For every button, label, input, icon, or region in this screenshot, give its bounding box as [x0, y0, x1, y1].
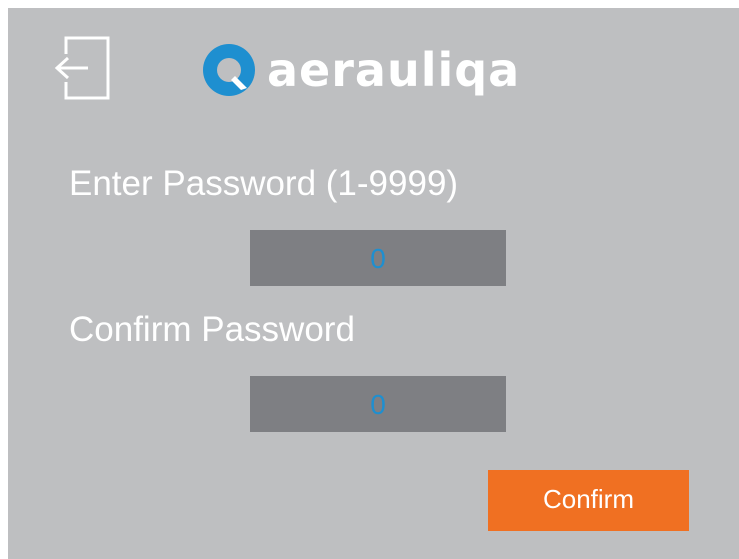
- password-field[interactable]: 0: [250, 230, 506, 286]
- confirm-password-label: Confirm Password: [69, 310, 355, 349]
- logout-icon: [54, 36, 110, 100]
- logo: aerauliqa: [201, 40, 520, 100]
- exit-button[interactable]: [52, 32, 112, 102]
- password-label: Enter Password (1-9999): [69, 164, 459, 203]
- logo-text: aerauliqa: [267, 43, 521, 97]
- confirm-password-field[interactable]: 0: [250, 376, 506, 432]
- password-panel: aerauliqa Enter Password (1-9999) 0 Conf…: [8, 8, 739, 559]
- logo-mark-icon: [203, 44, 255, 96]
- confirm-button[interactable]: Confirm: [488, 470, 689, 531]
